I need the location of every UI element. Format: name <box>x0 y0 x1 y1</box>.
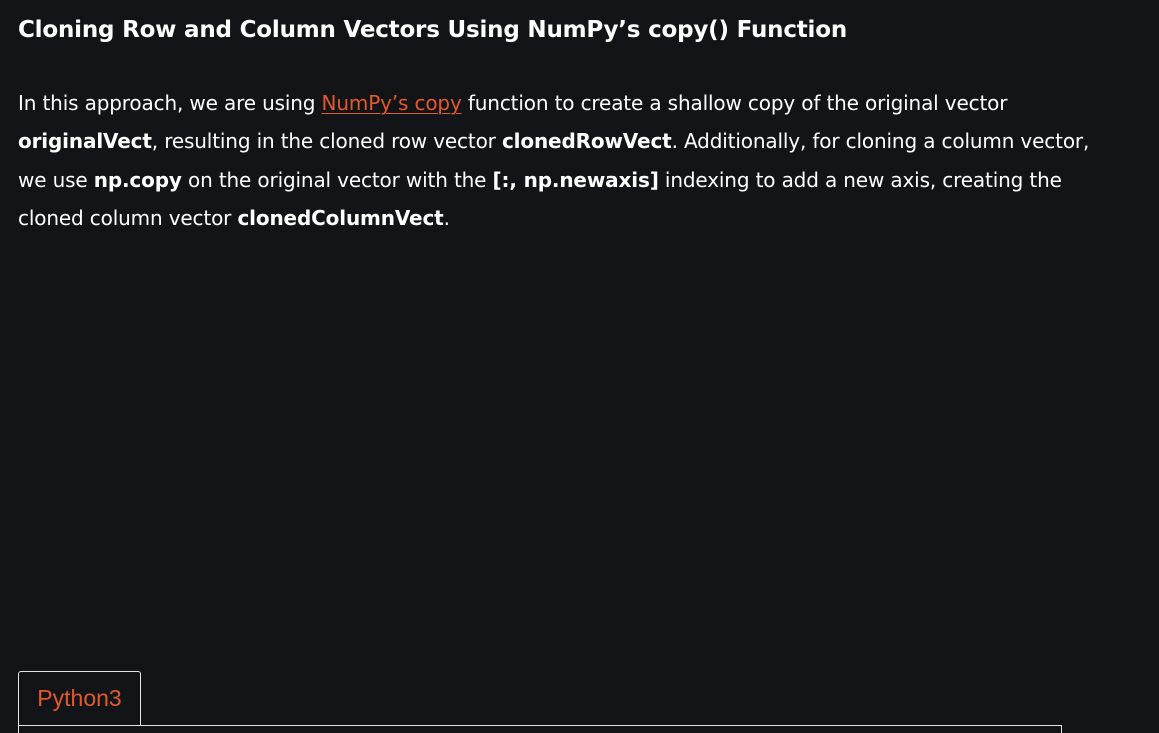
bold-term-newaxis-indexing: [:, np.newaxis] <box>492 167 659 192</box>
article-content: Cloning Row and Column Vectors Using Num… <box>18 0 1098 230</box>
paragraph-text: on the original vector with the <box>181 167 493 192</box>
paragraph-text: function to create a shallow copy of the… <box>461 91 1008 115</box>
paragraph-text: . <box>443 205 450 230</box>
section-paragraph: In this approach, we are using NumPy’s c… <box>18 84 1093 237</box>
paragraph-text: In this approach, we are using <box>18 91 322 115</box>
tab-python3[interactable]: Python3 <box>18 671 141 725</box>
bold-term-np-copy: np.copy <box>93 167 182 192</box>
code-block <box>18 725 1062 733</box>
paragraph-text: , resulting in the cloned row vector <box>151 129 502 154</box>
section-heading: Cloning Row and Column Vectors Using Num… <box>18 17 848 43</box>
bold-term-clonedcolumnvect: clonedColumnVect <box>237 205 444 230</box>
numpy-copy-link[interactable]: NumPy’s copy <box>322 91 462 115</box>
bold-term-clonedrowvect: clonedRowVect <box>501 129 672 154</box>
code-tabs: Python3 <box>18 671 1062 733</box>
bold-term-originalvect: originalVect <box>18 129 152 154</box>
